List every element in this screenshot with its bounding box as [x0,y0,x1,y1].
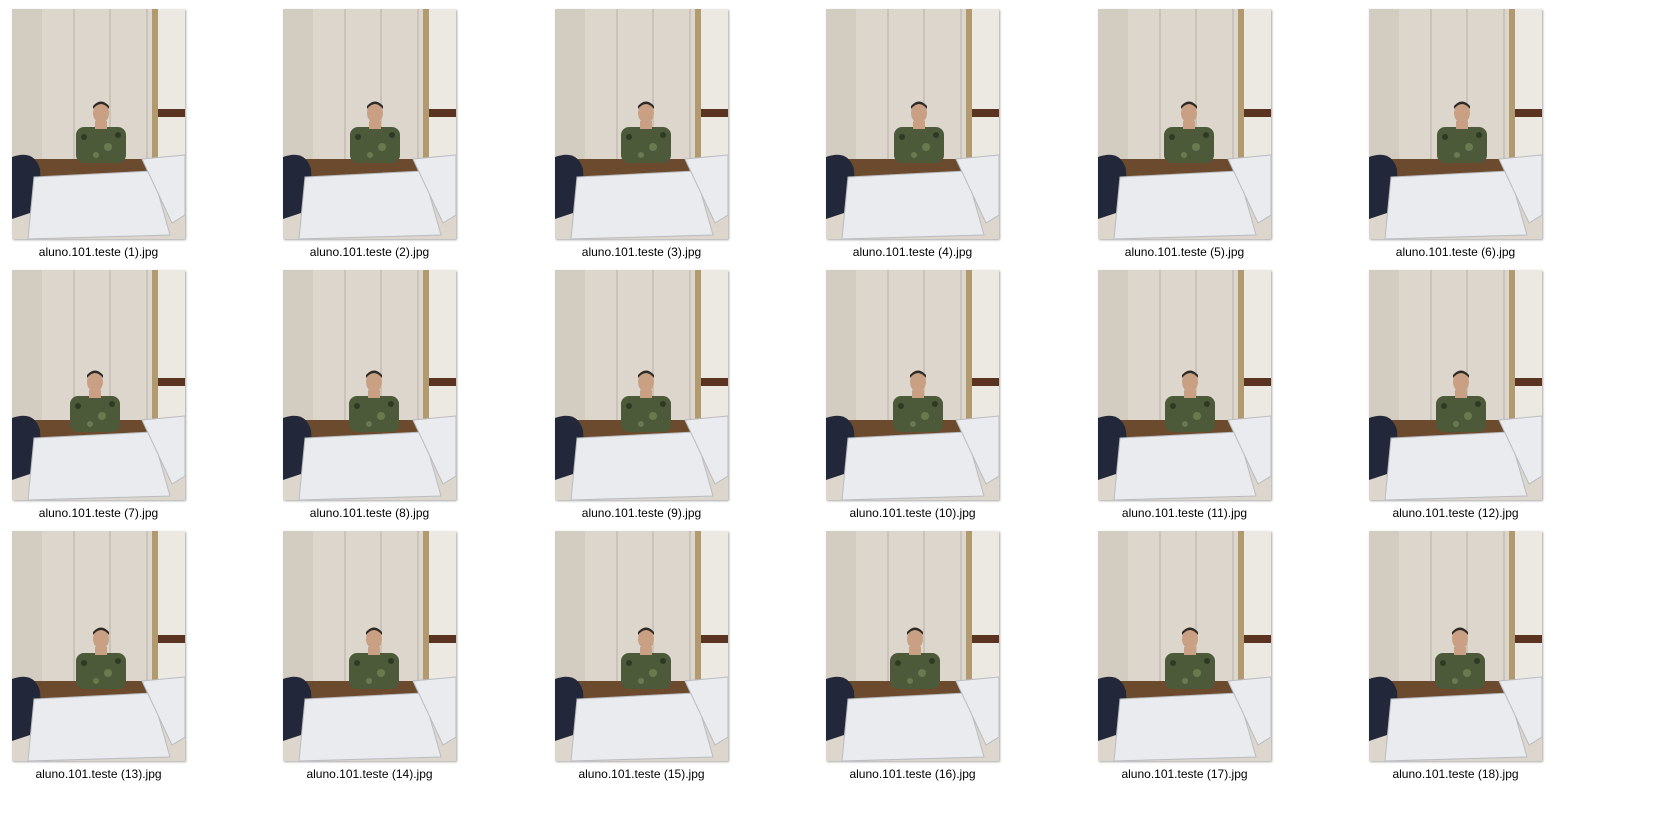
file-name-label[interactable]: aluno.101.teste (13).jpg [0,767,197,781]
file-name-label[interactable]: aluno.101.teste (16).jpg [814,767,1011,781]
file-item[interactable]: aluno.101.teste (8).jpg [271,261,541,521]
file-item[interactable]: aluno.101.teste (11).jpg [1086,261,1356,521]
image-thumbnail[interactable] [1098,531,1271,761]
image-thumbnail[interactable] [283,9,456,239]
thumbnail-grid: aluno.101.teste (1).jpg aluno.101.teste (… [0,0,1663,835]
image-thumbnail[interactable] [555,531,728,761]
file-item[interactable]: aluno.101.teste (13).jpg [0,522,270,782]
file-item[interactable]: aluno.101.teste (7).jpg [0,261,270,521]
image-thumbnail[interactable] [12,531,185,761]
file-name-label[interactable]: aluno.101.teste (9).jpg [543,506,740,520]
file-name-label[interactable]: aluno.101.teste (18).jpg [1357,767,1554,781]
image-thumbnail[interactable] [12,9,185,239]
image-thumbnail[interactable] [826,531,999,761]
image-thumbnail[interactable] [12,270,185,500]
image-thumbnail[interactable] [555,9,728,239]
file-item[interactable]: aluno.101.teste (2).jpg [271,0,541,260]
file-item[interactable]: aluno.101.teste (5).jpg [1086,0,1356,260]
file-name-label[interactable]: aluno.101.teste (1).jpg [0,245,197,259]
file-name-label[interactable]: aluno.101.teste (3).jpg [543,245,740,259]
image-thumbnail[interactable] [1098,9,1271,239]
file-name-label[interactable]: aluno.101.teste (15).jpg [543,767,740,781]
image-thumbnail[interactable] [1369,270,1542,500]
file-name-label[interactable]: aluno.101.teste (4).jpg [814,245,1011,259]
file-item[interactable]: aluno.101.teste (14).jpg [271,522,541,782]
file-item[interactable]: aluno.101.teste (15).jpg [543,522,813,782]
file-item[interactable]: aluno.101.teste (18).jpg [1357,522,1627,782]
image-thumbnail[interactable] [1369,531,1542,761]
file-name-label[interactable]: aluno.101.teste (17).jpg [1086,767,1283,781]
file-item[interactable]: aluno.101.teste (6).jpg [1357,0,1627,260]
file-item[interactable]: aluno.101.teste (17).jpg [1086,522,1356,782]
file-item[interactable]: aluno.101.teste (3).jpg [543,0,813,260]
image-thumbnail[interactable] [555,270,728,500]
image-thumbnail[interactable] [283,531,456,761]
image-thumbnail[interactable] [826,270,999,500]
file-name-label[interactable]: aluno.101.teste (7).jpg [0,506,197,520]
file-name-label[interactable]: aluno.101.teste (6).jpg [1357,245,1554,259]
file-item[interactable]: aluno.101.teste (16).jpg [814,522,1084,782]
image-thumbnail[interactable] [283,270,456,500]
image-thumbnail[interactable] [1369,9,1542,239]
file-item[interactable]: aluno.101.teste (4).jpg [814,0,1084,260]
file-item[interactable]: aluno.101.teste (1).jpg [0,0,270,260]
image-thumbnail[interactable] [826,9,999,239]
file-name-label[interactable]: aluno.101.teste (11).jpg [1086,506,1283,520]
file-item[interactable]: aluno.101.teste (9).jpg [543,261,813,521]
file-item[interactable]: aluno.101.teste (12).jpg [1357,261,1627,521]
file-item[interactable]: aluno.101.teste (10).jpg [814,261,1084,521]
file-name-label[interactable]: aluno.101.teste (14).jpg [271,767,468,781]
file-name-label[interactable]: aluno.101.teste (2).jpg [271,245,468,259]
file-name-label[interactable]: aluno.101.teste (8).jpg [271,506,468,520]
image-thumbnail[interactable] [1098,270,1271,500]
file-name-label[interactable]: aluno.101.teste (12).jpg [1357,506,1554,520]
file-name-label[interactable]: aluno.101.teste (10).jpg [814,506,1011,520]
file-name-label[interactable]: aluno.101.teste (5).jpg [1086,245,1283,259]
